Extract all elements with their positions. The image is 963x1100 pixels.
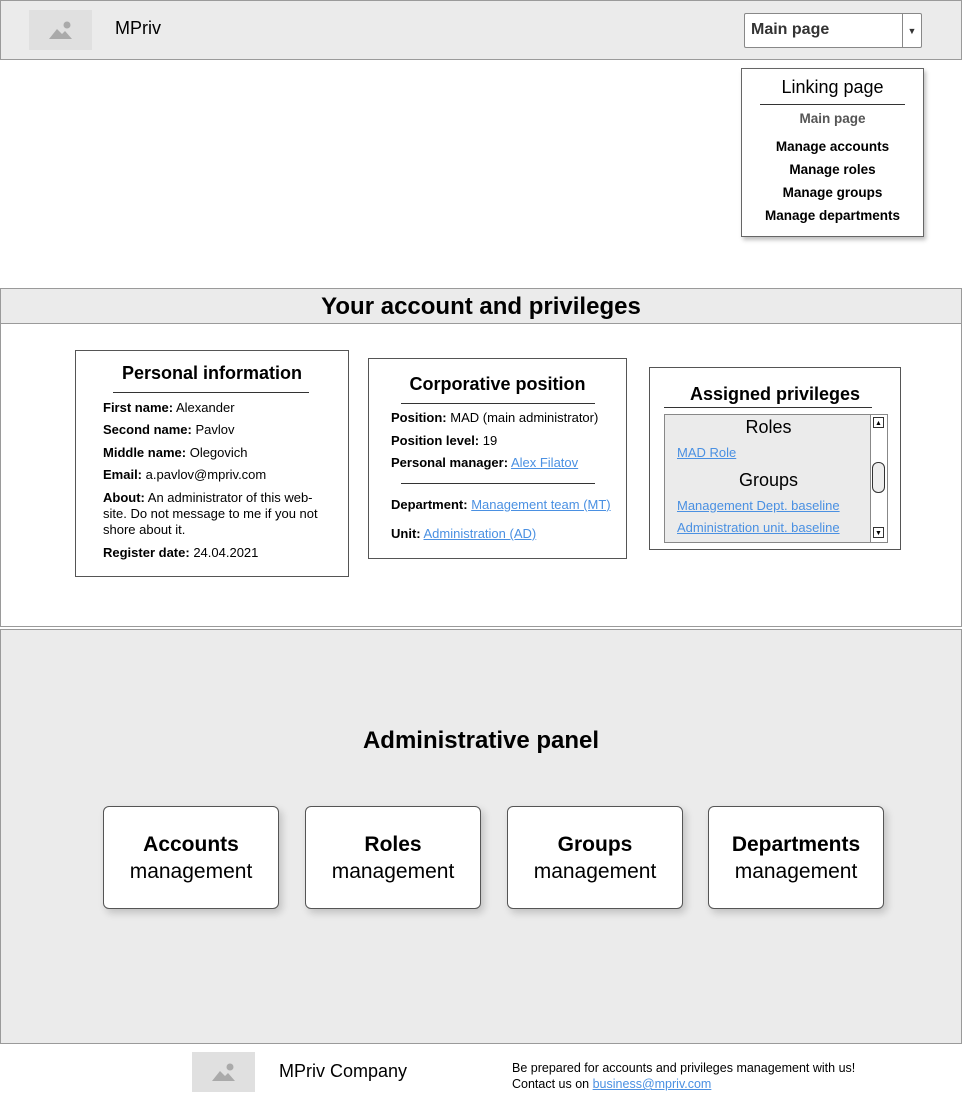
linking-menu: Linking page Main page Manage accounts M… (741, 68, 924, 237)
groups-heading: Groups (738, 470, 799, 490)
tile-title: Groups (557, 833, 633, 856)
divider (401, 483, 595, 484)
scrollbar-thumb[interactable] (872, 462, 885, 493)
about-line-2: site. Do not message to me if you not (103, 506, 318, 521)
tile-title: Departments (731, 833, 861, 856)
unit-row: Unit: Administration (AD) (391, 526, 537, 541)
brand-name[interactable]: MPriv (115, 18, 161, 39)
page-select[interactable]: Main page ▼ (744, 13, 922, 48)
manager-row: Personal manager: Alex Filatov (391, 455, 579, 470)
linking-menu-title: Linking page (781, 77, 884, 97)
assigned-privileges-card: Assigned privileges Roles MAD Role Group… (649, 367, 901, 550)
personal-info-card: Personal information First name: Alexand… (75, 350, 349, 577)
departments-management-tile[interactable]: Departments management (708, 806, 884, 909)
about-line-1: An administrator of this web- (147, 490, 313, 505)
triangle-up-icon[interactable]: ▲ (873, 417, 884, 428)
footer-company-name: MPriv Company (279, 1061, 408, 1081)
email-value: a.pavlov@mpriv.com (145, 467, 267, 482)
position-level-row: Position level: 19 (391, 433, 498, 448)
manager-link[interactable]: Alex Filatov (511, 455, 578, 470)
department-row: Department: Management team (MT) (391, 497, 611, 512)
roles-management-tile[interactable]: Roles management (305, 806, 481, 909)
card-title: Personal information (121, 363, 303, 383)
group-link[interactable]: Administration unit. baseline (677, 520, 840, 535)
first-name-row: First name: Alexander (103, 400, 235, 415)
position-value: MAD (main administrator) (450, 410, 599, 425)
logo[interactable] (29, 10, 92, 50)
position-level-value: 19 (482, 433, 498, 448)
accounts-management-tile[interactable]: Accounts management (103, 806, 279, 909)
tile-subtitle: management (331, 860, 455, 883)
roles-heading: Roles (745, 417, 792, 437)
section-title: Your account and privileges (321, 293, 641, 320)
second-name-value: Pavlov (195, 422, 235, 437)
register-date-value: 24.04.2021 (193, 545, 259, 560)
contact-prefix: Contact us on (512, 1077, 593, 1091)
about-row: About: An administrator of this web- sit… (103, 490, 318, 537)
divider (113, 392, 309, 393)
position-row: Position: MAD (main administrator) (391, 410, 599, 425)
groups-management-tile[interactable]: Groups management (507, 806, 683, 909)
triangle-down-icon[interactable]: ▼ (873, 527, 884, 538)
admin-panel-title: Administrative panel (362, 727, 600, 754)
corporate-position-card: Corporative position Position: MAD (main… (368, 358, 627, 559)
register-date-row: Register date: 24.04.2021 (103, 545, 259, 560)
menu-item-manage-groups[interactable]: Manage groups (742, 185, 923, 200)
caret-down-icon[interactable]: ▼ (902, 14, 921, 47)
middle-name-row: Middle name: Olegovich (103, 445, 248, 460)
menu-item-manage-roles[interactable]: Manage roles (742, 162, 923, 177)
image-placeholder-icon (48, 21, 72, 39)
tile-subtitle: management (533, 860, 657, 883)
divider (760, 104, 905, 105)
admin-panel: Administrative panel Accounts management… (0, 629, 962, 1044)
tile-title: Accounts (143, 833, 239, 856)
second-name-row: Second name: Pavlov (103, 422, 235, 437)
about-line-3: shore about it. (103, 522, 186, 537)
menu-item-main-page[interactable]: Main page (742, 111, 923, 126)
contact-email-link[interactable]: business@mpriv.com (593, 1077, 712, 1091)
unit-link[interactable]: Administration (AD) (424, 526, 537, 541)
page-header: MPriv Main page ▼ (0, 0, 962, 60)
email-row: Email: a.pavlov@mpriv.com (103, 467, 267, 482)
menu-item-manage-departments[interactable]: Manage departments (742, 208, 923, 223)
menu-item-manage-accounts[interactable]: Manage accounts (742, 139, 923, 154)
first-name-value: Alexander (175, 400, 235, 415)
group-link[interactable]: Management Dept. baseline (677, 498, 840, 513)
card-title: Corporative position (409, 374, 586, 394)
tile-title: Roles (364, 833, 422, 856)
department-link[interactable]: Management team (MT) (471, 497, 610, 512)
card-title: Assigned privileges (689, 384, 861, 404)
role-link[interactable]: MAD Role (677, 445, 736, 460)
image-placeholder-icon (211, 1063, 235, 1081)
divider (401, 403, 595, 404)
account-section-header: Your account and privileges (0, 288, 962, 324)
tile-subtitle: management (129, 860, 253, 883)
footer-tagline: Be prepared for accounts and privileges … (512, 1061, 856, 1075)
page-select-value: Main page (751, 21, 830, 38)
divider (664, 407, 872, 408)
footer-contact: Contact us on business@mpriv.com (512, 1077, 711, 1091)
tile-subtitle: management (734, 860, 858, 883)
scrollbar[interactable]: ▲ ▼ (870, 415, 887, 542)
middle-name-value: Olegovich (189, 445, 248, 460)
privileges-list[interactable]: Roles MAD Role Groups Management Dept. b… (664, 414, 888, 543)
footer-logo[interactable] (192, 1052, 255, 1092)
